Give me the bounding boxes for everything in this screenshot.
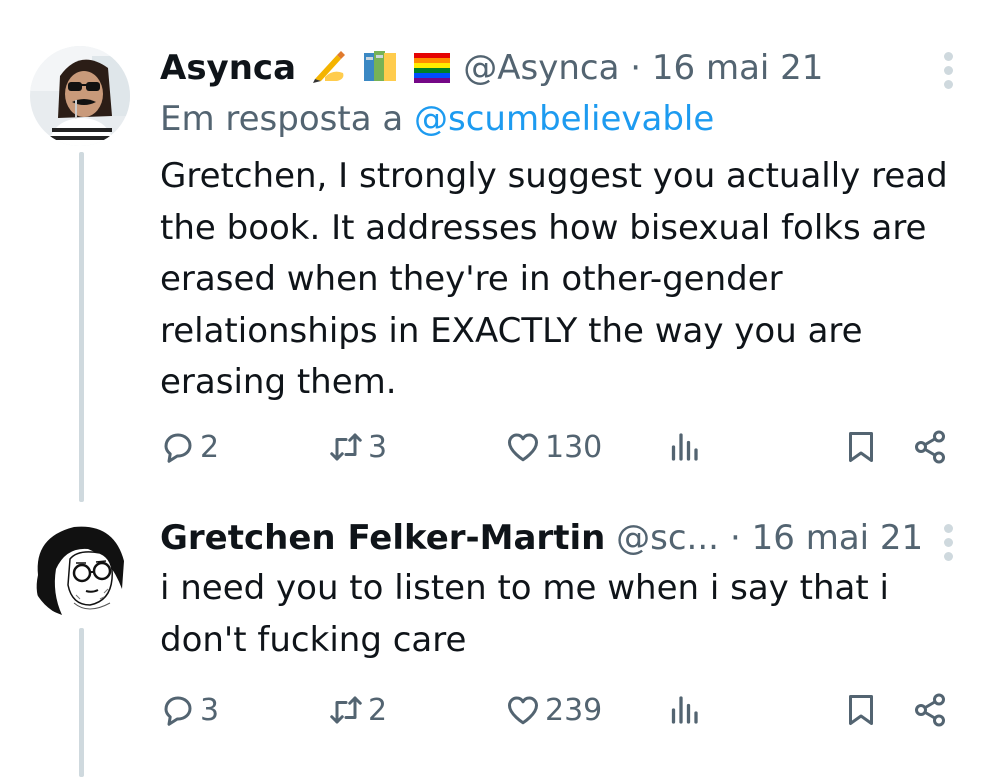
action-bar: 3 2 239: [160, 685, 960, 735]
reply-icon: [164, 696, 192, 726]
share-button[interactable]: [912, 422, 948, 472]
handle[interactable]: @Asynca: [463, 48, 619, 88]
retweet-count: 2: [368, 692, 388, 728]
reply-button[interactable]: 2: [160, 422, 219, 472]
views-chart-icon: [671, 433, 698, 461]
more-options-button[interactable]: [940, 524, 956, 566]
books-emoji-icon: [362, 49, 398, 92]
avatar-gretchen[interactable]: [30, 519, 130, 619]
retweet-icon: [330, 696, 362, 724]
heart-icon: [508, 433, 538, 462]
reply-prefix: Em resposta a: [160, 99, 404, 139]
separator: ·: [630, 48, 642, 88]
share-button[interactable]: [912, 685, 948, 735]
share-icon: [915, 430, 945, 464]
views-button[interactable]: [666, 685, 702, 735]
bookmark-button[interactable]: [843, 422, 879, 472]
share-icon: [915, 693, 945, 727]
reply-count: 3: [200, 692, 220, 728]
retweet-button[interactable]: 3: [328, 422, 387, 472]
reply-button[interactable]: 3: [160, 685, 219, 735]
bookmark-button[interactable]: [843, 685, 879, 735]
retweet-icon: [330, 433, 362, 461]
views-button[interactable]: [666, 422, 702, 472]
reply-count: 2: [200, 429, 220, 465]
like-count: 130: [545, 429, 603, 465]
dot-icon: [943, 538, 953, 547]
avatar-asynca[interactable]: [30, 46, 130, 146]
views-chart-icon: [671, 696, 698, 724]
dot-icon: [943, 80, 953, 89]
action-bar: 2 3 130: [160, 422, 960, 472]
reply-context: Em resposta a @scumbelievable: [160, 98, 714, 140]
dot-icon: [943, 524, 953, 533]
tweet-text: i need you to listen to me when i say th…: [160, 568, 889, 660]
tweet-text: Gretchen, I strongly suggest you actuall…: [160, 156, 948, 402]
bookmark-icon: [849, 432, 873, 462]
reply-icon: [164, 433, 192, 463]
like-button[interactable]: 130: [505, 422, 602, 472]
retweet-count: 3: [368, 429, 388, 465]
like-count: 239: [545, 692, 603, 728]
thread-line: [79, 152, 84, 502]
display-name[interactable]: Gretchen Felker-Martin: [160, 518, 605, 558]
retweet-button[interactable]: 2: [328, 685, 387, 735]
timestamp[interactable]: 16 mai 21: [652, 48, 824, 88]
tweet-header: Gretchen Felker-Martin @sc...: [160, 518, 719, 558]
timestamp[interactable]: 16 mai 21: [752, 518, 924, 558]
dot-icon: [943, 552, 953, 561]
reply-mention-link[interactable]: @scumbelievable: [414, 99, 714, 139]
like-button[interactable]: 239: [505, 685, 602, 735]
more-options-button[interactable]: [940, 52, 956, 94]
heart-icon: [508, 696, 538, 725]
dot-icon: [943, 52, 953, 61]
writing-hand-emoji-icon: [311, 49, 347, 92]
display-name[interactable]: Asynca: [160, 48, 296, 88]
separator: ·: [730, 518, 741, 558]
handle[interactable]: @sc...: [616, 518, 719, 558]
tweet-date-group: · 16 mai 21: [730, 518, 923, 558]
rainbow-flag-emoji-icon: [412, 49, 452, 92]
dot-icon: [943, 66, 953, 75]
tweet-header: Asynca @Asynca · 16 mai 21: [160, 48, 823, 92]
thread-line: [79, 628, 84, 777]
bookmark-icon: [849, 695, 873, 725]
